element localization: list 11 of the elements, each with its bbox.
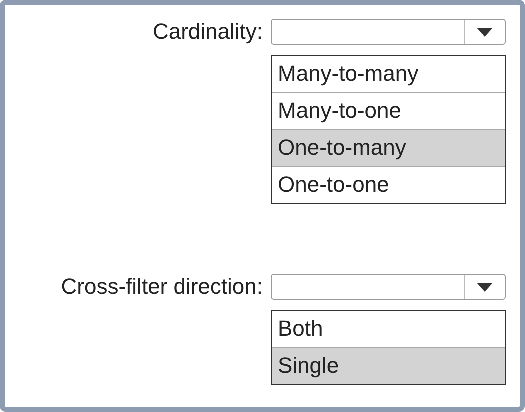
caret-icon xyxy=(477,28,493,36)
dropdown[interactable] xyxy=(271,19,506,45)
list-option[interactable]: Single xyxy=(272,347,505,384)
field-label: Cross-filter direction: xyxy=(60,274,263,300)
list-option[interactable]: Both xyxy=(272,311,505,347)
list-option[interactable]: One-to-one xyxy=(272,166,505,203)
list-option[interactable]: One-to-many xyxy=(272,129,505,166)
list-option[interactable]: Many-to-many xyxy=(272,56,505,92)
dropdown[interactable] xyxy=(271,274,506,300)
caret-icon xyxy=(477,282,493,292)
field-label: Cardinality: xyxy=(152,19,263,45)
